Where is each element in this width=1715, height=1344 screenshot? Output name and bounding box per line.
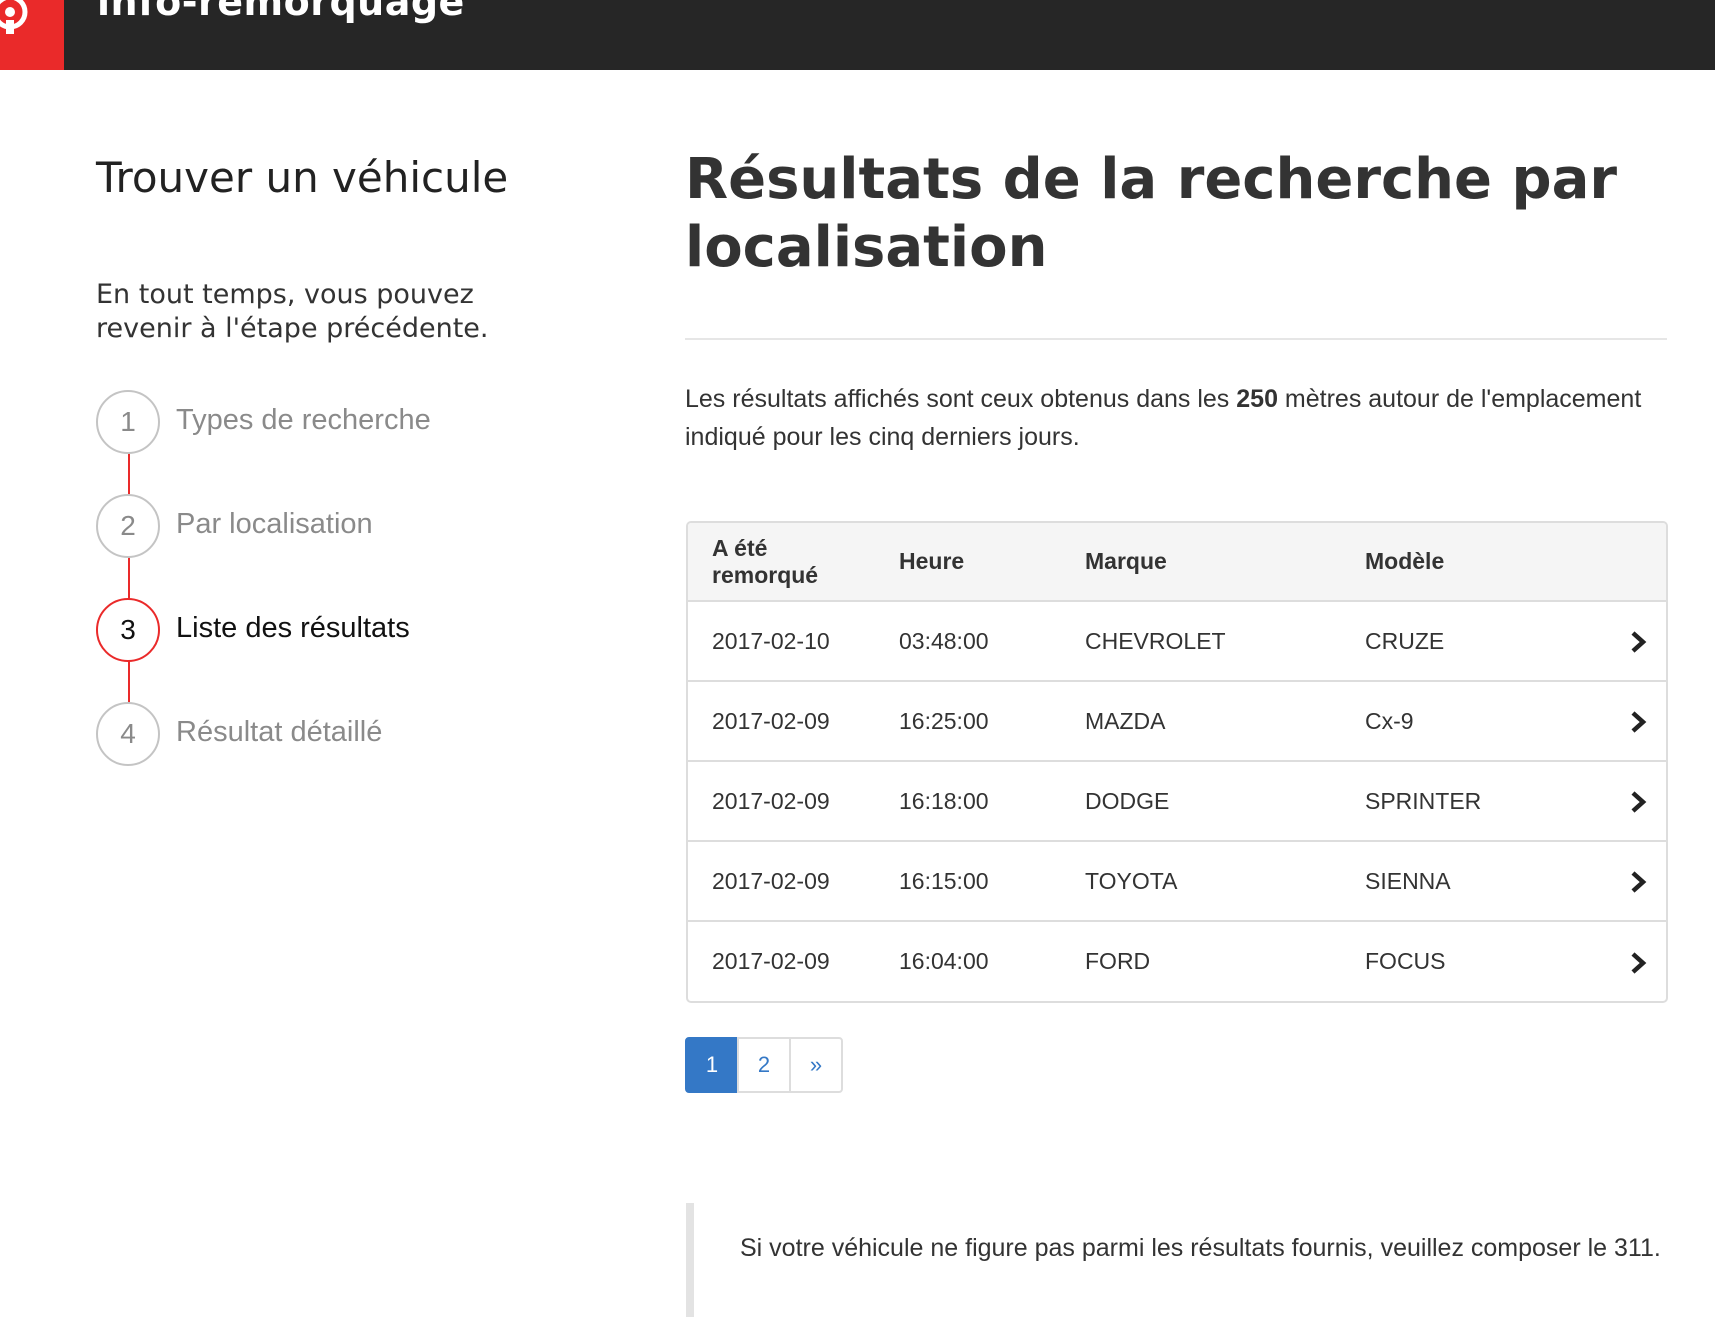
step-label: Résultat détaillé: [176, 716, 383, 748]
cell-time: 16:18:00: [875, 760, 1061, 841]
cell-model: SIENNA: [1341, 840, 1621, 921]
row-action[interactable]: [1621, 680, 1666, 761]
pagination: 1 2 »: [685, 1037, 843, 1093]
cell-make: FORD: [1061, 920, 1341, 1001]
chevron-right-icon[interactable]: [1628, 630, 1648, 654]
step-connector: [128, 452, 130, 496]
brand-logo-icon: [0, 0, 28, 34]
chevron-right-icon[interactable]: [1628, 870, 1648, 894]
cell-make: DODGE: [1061, 760, 1341, 841]
table-row[interactable]: 2017-02-09 16:15:00 TOYOTA SIENNA: [688, 840, 1666, 921]
step-progress: 1 Types de recherche 2 Par localisation …: [96, 390, 616, 770]
column-header-time: Heure: [875, 523, 1061, 602]
step-par-localisation[interactable]: 2 Par localisation: [96, 494, 616, 558]
column-header-make: Marque: [1061, 523, 1341, 602]
cell-date: 2017-02-10: [712, 627, 830, 654]
step-resultat-detaille: 4 Résultat détaillé: [96, 702, 616, 766]
cell-model: CRUZE: [1365, 627, 1445, 654]
cell-date: 2017-02-09: [688, 920, 875, 1001]
top-header-bar: info-remorquage: [0, 0, 1715, 70]
next-page-button[interactable]: »: [789, 1037, 843, 1093]
step-types-de-recherche[interactable]: 1 Types de recherche: [96, 390, 616, 454]
cell-date: 2017-02-09: [688, 840, 875, 921]
intro-text: Les résultats affichés sont ceux obtenus…: [685, 385, 1237, 413]
table-row[interactable]: 2017-02-09 16:18:00 DODGE SPRINTER: [688, 760, 1666, 841]
cell-make: CHEVROLET: [1085, 627, 1226, 654]
cell-time: 03:48:00: [899, 627, 989, 654]
table-row[interactable]: 2017-02-10 03:48:00 CHEVROLET CRUZE: [688, 601, 1666, 681]
results-table: A été remorqué Heure Marque Modèle 2017-…: [686, 521, 1668, 1003]
page-button-2[interactable]: 2: [737, 1037, 791, 1093]
row-action[interactable]: [1621, 840, 1666, 921]
divider: [685, 338, 1667, 340]
step-number: 1: [96, 390, 160, 454]
chevron-right-icon[interactable]: [1628, 951, 1648, 975]
step-connector: [128, 556, 130, 600]
cell-time: 16:25:00: [875, 680, 1061, 761]
row-action[interactable]: [1621, 601, 1666, 681]
page-title: Résultats de la recherche par localisati…: [685, 147, 1617, 280]
column-header-action: [1621, 523, 1666, 602]
cell-date: 2017-02-09: [688, 680, 875, 761]
cell-date: 2017-02-09: [688, 760, 875, 841]
step-liste-des-resultats: 3 Liste des résultats: [96, 598, 616, 662]
chevron-right-icon[interactable]: [1628, 790, 1648, 814]
step-number: 3: [96, 598, 160, 662]
cell-time: 16:04:00: [875, 920, 1061, 1001]
logo[interactable]: [0, 0, 64, 70]
row-action[interactable]: [1621, 920, 1666, 1001]
app-title[interactable]: info-remorquage: [97, 0, 465, 24]
table-row[interactable]: 2017-02-09 16:25:00 MAZDA Cx-9: [688, 680, 1666, 761]
column-header-model: Modèle: [1341, 523, 1621, 602]
step-label: Liste des résultats: [176, 612, 410, 644]
cell-make: TOYOTA: [1061, 840, 1341, 921]
column-header-date: A été remorqué: [688, 523, 875, 602]
page-button-1[interactable]: 1: [685, 1037, 739, 1093]
step-connector: [128, 660, 130, 704]
step-label: Par localisation: [176, 508, 373, 540]
cell-model: SPRINTER: [1341, 760, 1621, 841]
step-number: 2: [96, 494, 160, 558]
help-note: Si votre véhicule ne figure pas parmi le…: [686, 1203, 1676, 1317]
step-label: Types de recherche: [176, 404, 431, 436]
table-header-row: A été remorqué Heure Marque Modèle: [688, 523, 1666, 602]
sidebar-title: Trouver un véhicule: [96, 153, 509, 202]
search-radius-value: 250: [1236, 385, 1278, 413]
row-action[interactable]: [1621, 760, 1666, 841]
cell-make: MAZDA: [1061, 680, 1341, 761]
step-number: 4: [96, 702, 160, 766]
chevron-right-icon[interactable]: [1628, 710, 1648, 734]
sidebar-subtitle: En tout temps, vous pouvez revenir à l'é…: [96, 279, 489, 344]
results-intro: Les résultats affichés sont ceux obtenus…: [685, 380, 1675, 456]
cell-time: 16:15:00: [875, 840, 1061, 921]
cell-model: FOCUS: [1341, 920, 1621, 1001]
table-row[interactable]: 2017-02-09 16:04:00 FORD FOCUS: [688, 920, 1666, 1001]
cell-model: Cx-9: [1341, 680, 1621, 761]
